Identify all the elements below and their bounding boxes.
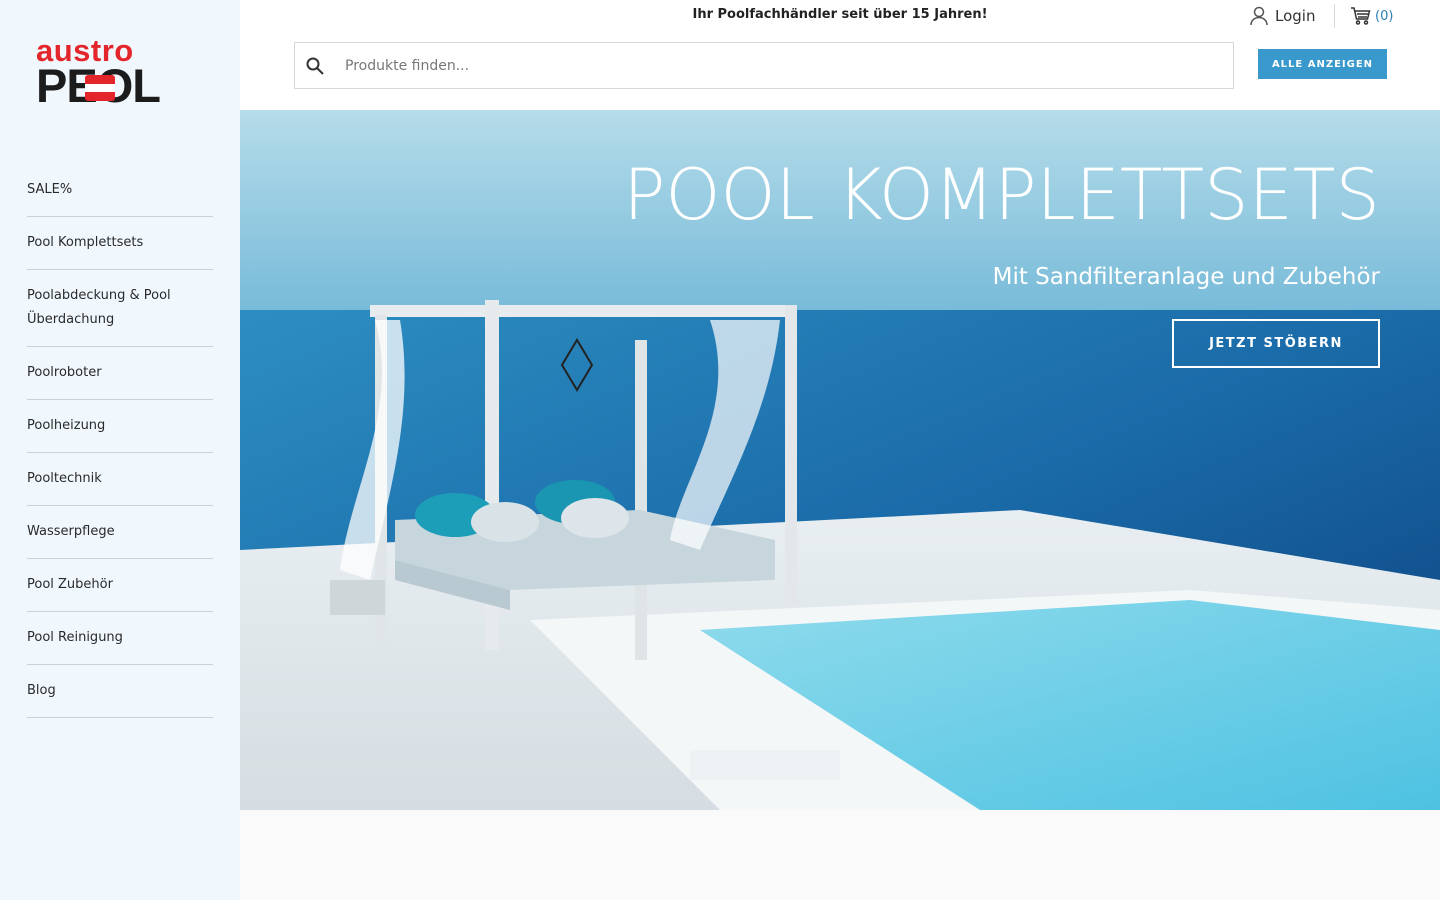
cart-count: (0) [1375,8,1394,24]
show-all-button[interactable]: ALLE ANZEIGEN [1258,49,1387,79]
nav-item-pool-komplettsets[interactable]: Pool Komplettsets [27,217,213,270]
shop-now-button[interactable]: JETZT STÖBERN [1172,319,1380,368]
sidebar: austro PEOL SALE% Pool Komplettsets Pool… [0,0,240,900]
nav-item-pool-reinigung[interactable]: Pool Reinigung [27,612,213,665]
nav-item-poolheizung[interactable]: Poolheizung [27,400,213,453]
header-divider [1334,4,1335,28]
brand-logo[interactable]: austro PEOL [36,35,206,112]
user-icon [1250,6,1268,26]
nav-item-sale[interactable]: SALE% [27,164,213,217]
nav-item-poolabdeckung[interactable]: Poolabdeckung & Pool Überdachung [27,270,213,347]
login-link[interactable]: Login [1250,5,1315,27]
austria-flag-icon [85,75,115,101]
hero-title: POOL KOMPLETTSETS [623,154,1380,236]
nav-item-pool-zubehoer[interactable]: Pool Zubehör [27,559,213,612]
cart-icon [1351,7,1371,25]
login-label: Login [1275,7,1316,25]
search-input[interactable] [331,57,1211,74]
hero-banner[interactable]: POOL KOMPLETTSETS Mit Sandfilteranlage u… [240,110,1440,810]
search-bar [294,42,1234,89]
cart-link[interactable]: (0) [1350,5,1393,27]
nav-item-wasserpflege[interactable]: Wasserpflege [27,506,213,559]
nav-item-pooltechnik[interactable]: Pooltechnik [27,453,213,506]
top-header: Ihr Poolfachhändler seit über 15 Jahren!… [240,0,1440,110]
nav-item-blog[interactable]: Blog [27,665,213,718]
category-nav: SALE% Pool Komplettsets Poolabdeckung & … [27,164,213,718]
nav-item-poolroboter[interactable]: Poolroboter [27,347,213,400]
hero-subtitle: Mit Sandfilteranlage und Zubehör [992,264,1380,290]
search-icon[interactable] [295,57,331,75]
